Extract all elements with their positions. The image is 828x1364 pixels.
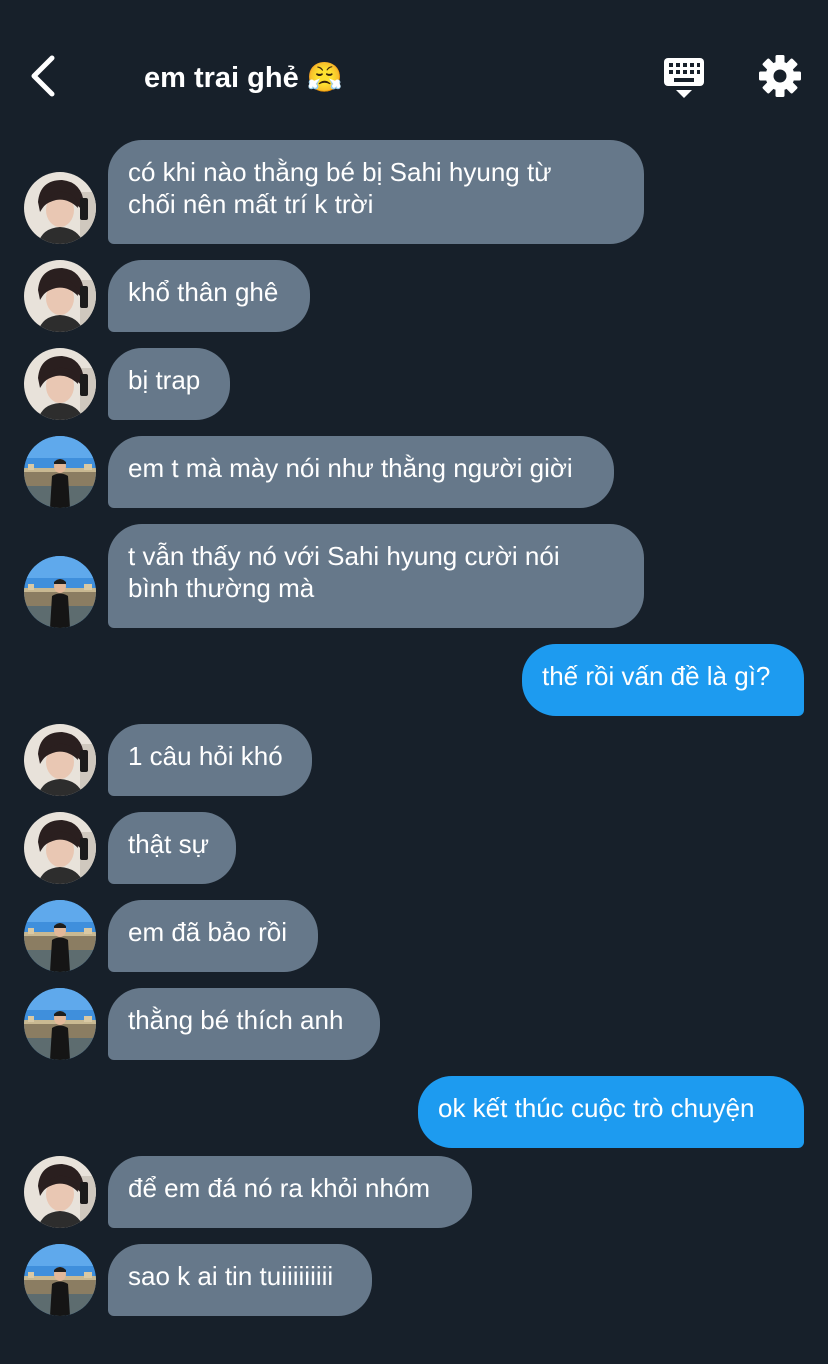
message-line: thế rồi vấn đề là gì?: [542, 661, 771, 691]
message-line: ok kết thúc cuộc trò chuyện: [438, 1093, 755, 1123]
profile-photo: [24, 172, 96, 244]
message-bubble-incoming[interactable]: sao k ai tin tuiiiiiiiii: [108, 1244, 372, 1316]
sender-avatar[interactable]: [24, 436, 96, 508]
message-bubble-incoming[interactable]: em đã bảo rồi: [108, 900, 318, 972]
message-bubble-incoming[interactable]: t vẫn thấy nó với Sahi hyung cười nói bì…: [108, 524, 644, 628]
message-line: thật sự: [128, 829, 209, 859]
profile-photo: [24, 436, 96, 508]
profile-photo: [24, 1244, 96, 1316]
profile-photo: [24, 812, 96, 884]
message-line: thằng bé thích anh: [128, 1005, 344, 1035]
message-line: bị trap: [128, 365, 201, 395]
message-bubble-incoming[interactable]: thật sự: [108, 812, 236, 884]
message-bubble-incoming[interactable]: có khi nào thằng bé bị Sahi hyung từ chố…: [108, 140, 644, 244]
message-bubble-outgoing[interactable]: thế rồi vấn đề là gì?: [522, 644, 804, 716]
sender-avatar[interactable]: [24, 900, 96, 972]
sender-avatar[interactable]: [24, 1156, 96, 1228]
message-line: bình thường mà: [128, 573, 315, 603]
message-line: chối nên mất trí k trời: [128, 189, 374, 219]
message-line: có khi nào thằng bé bị Sahi hyung từ: [128, 157, 552, 187]
sender-avatar[interactable]: [24, 812, 96, 884]
profile-photo: [24, 988, 96, 1060]
message-line: sao k ai tin tuiiiiiiiii: [128, 1261, 334, 1291]
message-line: khổ thân ghê: [128, 277, 279, 307]
message-line: để em đá nó ra khỏi nhóm: [128, 1173, 431, 1203]
profile-photo: [24, 1156, 96, 1228]
sender-avatar[interactable]: [24, 988, 96, 1060]
message-bubble-incoming[interactable]: em t mà mày nói như thằng người giời: [108, 436, 614, 508]
profile-photo: [24, 260, 96, 332]
message-bubble-incoming[interactable]: để em đá nó ra khỏi nhóm: [108, 1156, 472, 1228]
message-line: em đã bảo rồi: [128, 917, 287, 947]
message-bubble-incoming[interactable]: khổ thân ghê: [108, 260, 310, 332]
message-line: em t mà mày nói như thằng người giời: [128, 453, 573, 483]
sender-avatar[interactable]: [24, 348, 96, 420]
sender-avatar[interactable]: [24, 724, 96, 796]
sender-avatar[interactable]: [24, 1244, 96, 1316]
profile-photo: [24, 556, 96, 628]
sender-avatar[interactable]: [24, 556, 96, 628]
profile-photo: [24, 724, 96, 796]
message-bubble-outgoing[interactable]: ok kết thúc cuộc trò chuyện: [418, 1076, 804, 1148]
message-line: t vẫn thấy nó với Sahi hyung cười nói: [128, 541, 560, 571]
message-list: có khi nào thằng bé bị Sahi hyung từ chố…: [0, 0, 828, 1364]
profile-photo: [24, 900, 96, 972]
sender-avatar[interactable]: [24, 260, 96, 332]
sender-avatar[interactable]: [24, 172, 96, 244]
message-bubble-incoming[interactable]: bị trap: [108, 348, 230, 420]
profile-photo: [24, 348, 96, 420]
message-bubble-incoming[interactable]: thằng bé thích anh: [108, 988, 380, 1060]
message-line: 1 câu hỏi khó: [128, 741, 283, 771]
message-bubble-incoming[interactable]: 1 câu hỏi khó: [108, 724, 312, 796]
